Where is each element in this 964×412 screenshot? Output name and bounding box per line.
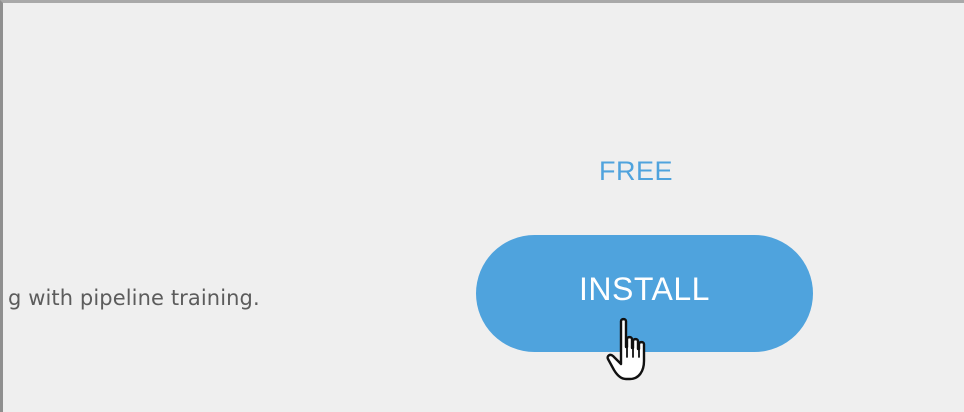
app-description-text: g with pipeline training.: [8, 286, 260, 310]
app-card-panel: g with pipeline training. FREE INSTALL: [0, 0, 964, 412]
hand-pointer-cursor-icon: [606, 317, 646, 381]
price-label: FREE: [599, 156, 674, 186]
install-button-label: INSTALL: [579, 271, 710, 307]
